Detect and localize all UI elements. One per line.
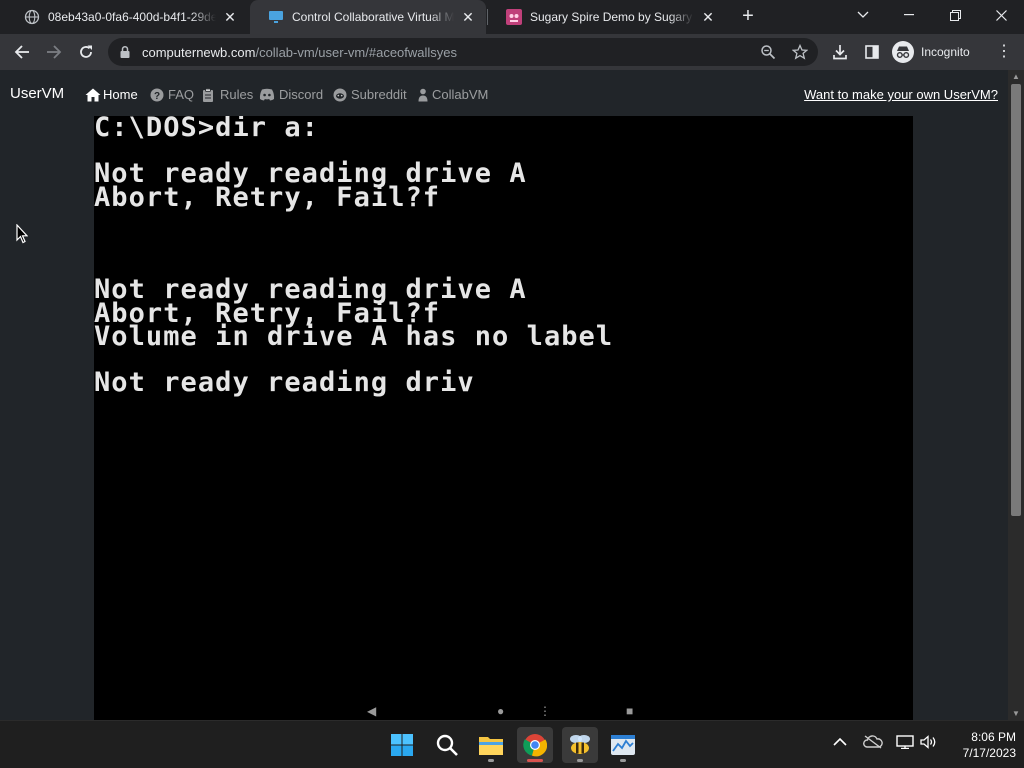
page-content: UserVM Home ? FAQ Rules Discord Subreddi… [0,70,1008,720]
running-indicator [488,759,494,762]
close-tab-icon[interactable]: ✕ [460,9,476,25]
nav-subreddit[interactable]: Subreddit [333,87,407,102]
tab-search-icon[interactable] [840,0,886,30]
make-own-uservm-link[interactable]: Want to make your own UserVM? [804,87,998,102]
terminal-line: C:\DOS>dir a: [94,116,319,143]
nav-collabvm[interactable]: CollabVM [418,87,488,102]
running-indicator [577,759,583,762]
nav-rules-label: Rules [220,87,254,102]
nav-home[interactable]: Home [85,87,138,102]
site-navbar: UserVM Home ? FAQ Rules Discord Subreddi… [0,70,1008,116]
scrollbar-thumb[interactable] [1011,84,1021,516]
incognito-label: Incognito [921,45,970,59]
browser-menu-icon[interactable]: ⋮ [996,42,1012,62]
close-window-icon[interactable] [978,0,1024,30]
url-text[interactable]: computernewb.com/collab-vm/user-vm/#aceo… [142,45,457,60]
svg-text:?: ? [154,91,160,102]
vm-android-nav-bar: ◀ ● ⋮ ■ [94,704,913,718]
tab-sugary-spire[interactable]: Sugary Spire Demo by Sugary Spire ✕ [488,0,726,34]
tab-title: Control Collaborative Virtual Machines [292,10,454,24]
home-icon [85,88,101,102]
bee-app-icon[interactable] [562,727,598,763]
nav-faq[interactable]: ? FAQ [150,87,194,102]
tab-title: 08eb43a0-0fa6-400d-b4f1-29de5 [48,10,216,24]
url-host: computernewb.com [142,45,256,60]
tab-guid-page[interactable]: 08eb43a0-0fa6-400d-b4f1-29de5 ✕ [6,0,248,34]
vm-back-button[interactable]: ◀ [367,704,376,718]
active-indicator [527,759,543,762]
scroll-down-icon[interactable]: ▼ [1012,709,1020,718]
system-clock[interactable]: 8:06 PM 7/17/2023 [948,729,1016,761]
question-icon: ? [150,88,164,102]
windows-start-icon[interactable] [384,727,420,763]
vm-display[interactable]: C:\DOS>dir a: Not ready reading drive AA… [94,116,913,720]
site-brand[interactable]: UserVM [10,85,64,102]
globe-icon [24,9,40,25]
clipboard-icon [202,87,216,102]
task-manager-icon[interactable] [605,727,641,763]
bookmark-star-icon[interactable] [791,43,809,60]
nav-discord-label: Discord [279,87,324,102]
tab-title: Sugary Spire Demo by Sugary Spire [530,10,694,24]
vm-home-button[interactable]: ● [497,704,504,718]
incognito-icon [892,41,914,63]
running-indicator [620,759,626,762]
nav-discord[interactable]: Discord [259,87,323,102]
search-icon[interactable] [429,727,465,763]
mouse-cursor-icon [16,223,29,244]
forward-icon[interactable] [40,38,68,66]
address-bar[interactable]: computernewb.com/collab-vm/user-vm/#aceo… [108,38,818,66]
url-path: /collab-vm/user-vm/#aceofwallsyes [255,45,458,60]
zoom-icon[interactable] [760,44,776,60]
scroll-up-icon[interactable]: ▲ [1012,72,1020,81]
back-icon[interactable] [8,38,36,66]
windows-taskbar: 8:06 PM 7/17/2023 [0,720,1024,768]
nav-collabvm-label: CollabVM [432,87,489,102]
new-tab-button[interactable]: + [736,4,760,28]
restore-icon[interactable] [932,0,978,30]
close-tab-icon[interactable]: ✕ [700,9,716,25]
browser-tab-strip: 08eb43a0-0fa6-400d-b4f1-29de5 ✕ Control … [0,0,1024,34]
terminal-line: Not ready reading driv [94,367,475,399]
terminal-line: Volume in drive A has no label [94,320,614,352]
network-icon[interactable] [896,735,914,752]
chrome-icon[interactable] [517,727,553,763]
nav-home-label: Home [103,87,138,102]
close-tab-icon[interactable]: ✕ [222,9,238,25]
clock-time: 8:06 PM [971,730,1016,744]
discord-icon [259,88,275,102]
clock-date: 7/17/2023 [962,746,1016,760]
vm-recent-button[interactable]: ■ [626,704,633,718]
terminal-line: Abort, Retry, Fail?f [94,181,441,213]
nav-faq-label: FAQ [168,87,195,102]
minimize-icon[interactable] [886,0,932,30]
monitor-icon [268,9,284,25]
show-hidden-icons[interactable] [833,735,847,750]
reload-icon[interactable] [72,38,100,66]
collabvm-icon [418,88,428,102]
volume-icon[interactable] [920,735,938,752]
game-favicon-icon [506,9,522,25]
reddit-icon [333,88,347,102]
tab-collabvm[interactable]: Control Collaborative Virtual Machines ✕ [250,0,486,34]
incognito-profile-button[interactable]: Incognito [892,40,970,64]
lock-icon[interactable] [118,45,132,59]
onedrive-offline-icon[interactable] [863,735,883,752]
nav-subreddit-label: Subreddit [351,87,407,102]
download-icon[interactable] [826,38,854,66]
file-explorer-icon[interactable] [473,727,509,763]
page-scrollbar[interactable]: ▲ ▼ [1008,70,1024,720]
browser-toolbar: computernewb.com/collab-vm/user-vm/#aceo… [0,34,1024,70]
nav-rules[interactable]: Rules [202,87,253,102]
vm-menu-button[interactable]: ⋮ [539,704,551,718]
side-panel-icon[interactable] [858,38,886,66]
dos-terminal-output: C:\DOS>dir a: Not ready reading drive AA… [94,116,614,399]
